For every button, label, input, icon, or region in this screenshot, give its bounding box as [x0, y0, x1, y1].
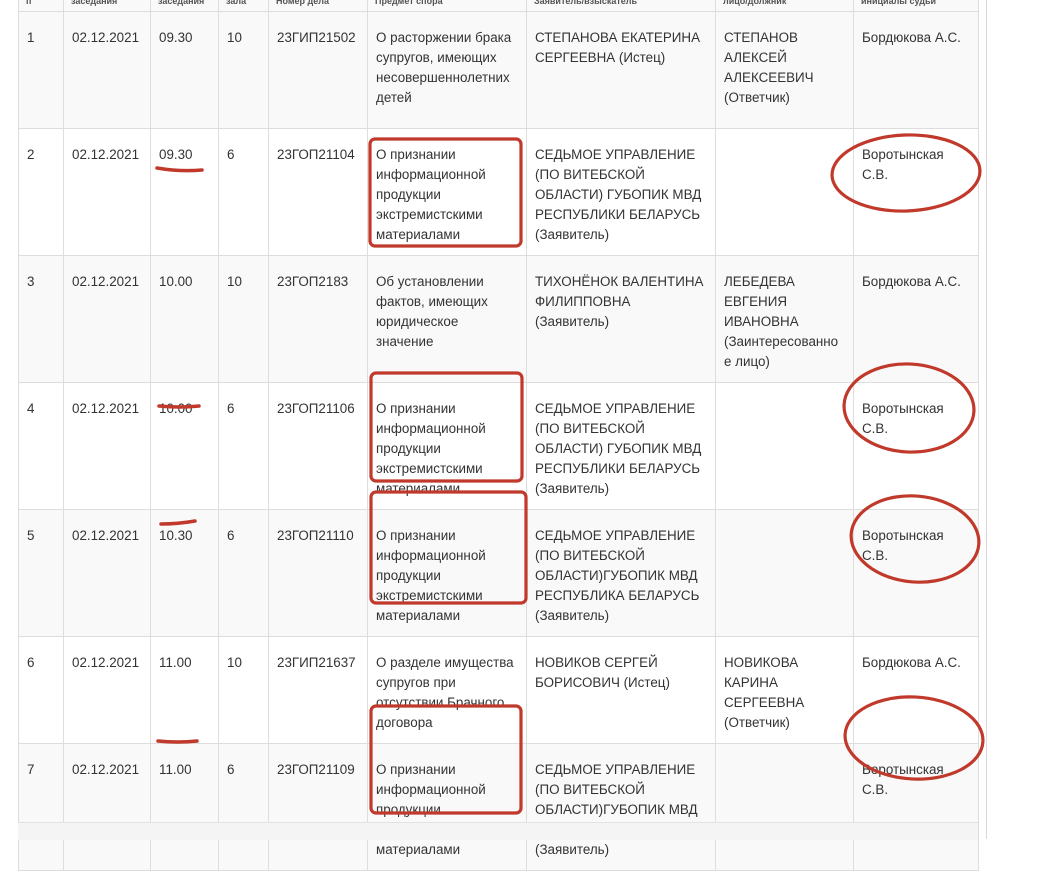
- table-row: 1 02.12.2021 09.30 10 23ГИП21502 О расто…: [18, 11, 979, 129]
- cell-hall: 6: [218, 509, 269, 637]
- header-hall: зала: [218, 0, 269, 12]
- cell-subject: О разделе имущества супругов при отсутст…: [367, 636, 527, 744]
- right-edge-divider: [986, 0, 987, 839]
- cell-date: 02.12.2021: [63, 743, 151, 871]
- table-row: 5 02.12.2021 10.30 6 23ГОП21110 О призна…: [18, 509, 979, 637]
- cell-date: 02.12.2021: [63, 382, 151, 510]
- header-judge: инициалы судьи: [853, 0, 979, 12]
- cell-subject: О расторжении брака супругов, имеющих не…: [367, 11, 527, 129]
- header-num: п: [18, 0, 64, 12]
- cell-subject: О признании информационной продукции экс…: [367, 382, 527, 510]
- cell-date: 02.12.2021: [63, 636, 151, 744]
- cell-date: 02.12.2021: [63, 509, 151, 637]
- page: п заседания заседания зала Номер дела Пр…: [0, 0, 1037, 871]
- cell-case: 23ГОП21109: [268, 743, 368, 871]
- cell-num: 5: [18, 509, 64, 637]
- cell-applicant: НОВИКОВ СЕРГЕЙ БОРИСОВИЧ (Истец): [526, 636, 716, 744]
- cell-debtor: НОВИКОВА КАРИНА СЕРГЕЕВНА (Ответчик): [715, 636, 854, 744]
- cell-date: 02.12.2021: [63, 128, 151, 256]
- cell-time: 09.30: [150, 11, 219, 129]
- cell-case: 23ГИП21637: [268, 636, 368, 744]
- table-row: 2 02.12.2021 09.30 6 23ГОП21104 О призна…: [18, 128, 979, 256]
- cell-time: 10.00: [150, 382, 219, 510]
- cell-debtor: ЛЕБЕДЕВА ЕВГЕНИЯ ИВАНОВНА (Заинтересован…: [715, 255, 854, 383]
- cell-applicant: СЕДЬМОЕ УПРАВЛЕНИЕ (ПО ВИТЕБСКОЙ ОБЛАСТИ…: [526, 128, 716, 256]
- cell-subject: Об установлении фактов, имеющих юридичес…: [367, 255, 527, 383]
- cell-num: 3: [18, 255, 64, 383]
- cell-hall: 6: [218, 128, 269, 256]
- cell-case: 23ГИП21502: [268, 11, 368, 129]
- table-row: 6 02.12.2021 11.00 10 23ГИП21637 О разде…: [18, 636, 979, 744]
- cell-num: 1: [18, 11, 64, 129]
- cell-debtor: [715, 128, 854, 256]
- cell-case: 23ГОП21104: [268, 128, 368, 256]
- cell-judge: Бордюкова А.С.: [853, 255, 979, 383]
- header-row: п заседания заседания зала Номер дела Пр…: [18, 0, 979, 12]
- cell-applicant: ТИХОНЁНОК ВАЛЕНТИНА ФИЛИППОВНА (Заявител…: [526, 255, 716, 383]
- cell-time: 11.00: [150, 636, 219, 744]
- cell-hall: 10: [218, 636, 269, 744]
- cell-case: 23ГОП2183: [268, 255, 368, 383]
- cell-hall: 6: [218, 382, 269, 510]
- cell-judge: Воротынская С.В.: [853, 128, 979, 256]
- cell-time: 09.30: [150, 128, 219, 256]
- bottom-scrollbar[interactable]: [18, 822, 978, 840]
- cell-judge: Воротынская С.В.: [853, 743, 979, 871]
- table-row: 4 02.12.2021 10.00 6 23ГОП21106 О призна…: [18, 382, 979, 510]
- cell-num: 7: [18, 743, 64, 871]
- cell-judge: Бордюкова А.С.: [853, 11, 979, 129]
- cell-num: 6: [18, 636, 64, 744]
- cell-debtor: [715, 509, 854, 637]
- cell-applicant: СЕДЬМОЕ УПРАВЛЕНИЕ (ПО ВИТЕБСКОЙ ОБЛАСТИ…: [526, 382, 716, 510]
- cell-case: 23ГОП21106: [268, 382, 368, 510]
- cell-time: 10.00: [150, 255, 219, 383]
- header-case: Номер дела: [268, 0, 368, 12]
- cell-subject: О признании информационной продукции экс…: [367, 743, 527, 871]
- cell-applicant: СЕДЬМОЕ УПРАВЛЕНИЕ (ПО ВИТЕБСКОЙ ОБЛАСТИ…: [526, 509, 716, 637]
- cell-num: 2: [18, 128, 64, 256]
- cell-judge: Воротынская С.В.: [853, 382, 979, 510]
- cell-hall: 10: [218, 11, 269, 129]
- cell-debtor: СТЕПАНОВ АЛЕКСЕЙ АЛЕКСЕЕВИЧ (Ответчик): [715, 11, 854, 129]
- header-debtor: лицо/должник: [715, 0, 854, 12]
- header-subject: Предмет спора: [367, 0, 527, 12]
- cell-num: 4: [18, 382, 64, 510]
- header-date: заседания: [63, 0, 151, 12]
- cell-date: 02.12.2021: [63, 11, 151, 129]
- header-time: заседания: [150, 0, 219, 12]
- table-row: 7 02.12.2021 11.00 6 23ГОП21109 О призна…: [18, 743, 979, 871]
- header-applicant: Заявитель/взыскатель: [526, 0, 716, 12]
- table-row: 3 02.12.2021 10.00 10 23ГОП2183 Об устан…: [18, 255, 979, 383]
- cell-subject: О признании информационной продукции экс…: [367, 509, 527, 637]
- cell-judge: Бордюкова А.С.: [853, 636, 979, 744]
- cell-debtor: [715, 743, 854, 871]
- cell-hall: 10: [218, 255, 269, 383]
- cell-date: 02.12.2021: [63, 255, 151, 383]
- cell-case: 23ГОП21110: [268, 509, 368, 637]
- cell-debtor: [715, 382, 854, 510]
- cell-applicant: СТЕПАНОВА ЕКАТЕРИНА СЕРГЕЕВНА (Истец): [526, 11, 716, 129]
- cell-time: 10.30: [150, 509, 219, 637]
- cell-judge: Воротынская С.В.: [853, 509, 979, 637]
- cell-subject: О признании информационной продукции экс…: [367, 128, 527, 256]
- cell-applicant: СЕДЬМОЕ УПРАВЛЕНИЕ (ПО ВИТЕБСКОЙ ОБЛАСТИ…: [526, 743, 716, 871]
- cell-time: 11.00: [150, 743, 219, 871]
- cell-hall: 6: [218, 743, 269, 871]
- court-schedule-table: п заседания заседания зала Номер дела Пр…: [18, 0, 979, 871]
